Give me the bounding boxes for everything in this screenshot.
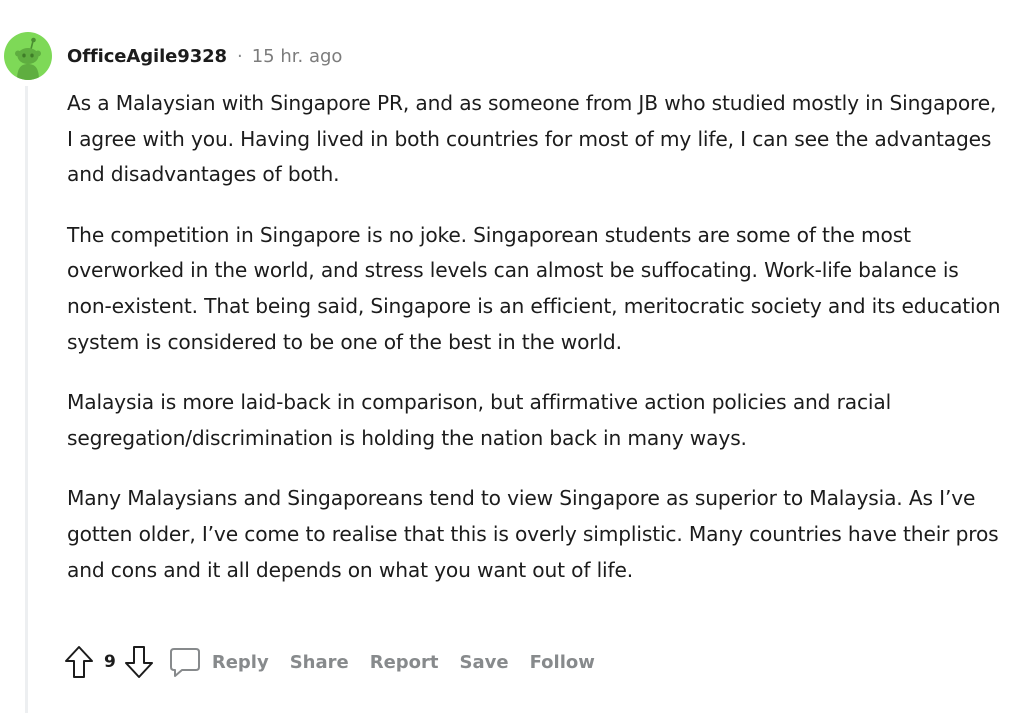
- snoo-avatar-icon: [15, 37, 41, 80]
- save-button[interactable]: Save: [460, 652, 509, 673]
- comment-paragraph: Malaysia is more laid-back in comparison…: [67, 390, 892, 450]
- comment-action-bar: 9 Reply Share Report Save Follow: [62, 642, 616, 682]
- comment-body: As a Malaysian with Singapore PR, and as…: [67, 86, 1002, 613]
- comment-timestamp[interactable]: 15 hr. ago: [252, 46, 343, 67]
- share-button[interactable]: Share: [290, 652, 349, 673]
- reply-button[interactable]: Reply: [168, 646, 269, 678]
- report-button[interactable]: Report: [370, 652, 439, 673]
- downvote-button[interactable]: [122, 642, 156, 682]
- comment-thread-line[interactable]: [25, 86, 28, 713]
- upvote-button[interactable]: [62, 642, 96, 682]
- header-separator: ·: [236, 45, 243, 67]
- user-avatar[interactable]: [4, 32, 52, 80]
- downvote-arrow-icon: [124, 646, 153, 678]
- comment-paragraph: The competition in Singapore is no joke.…: [67, 222, 1001, 354]
- comment-header: OfficeAgile9328 · 15 hr. ago: [67, 42, 342, 70]
- reply-label: Reply: [211, 651, 269, 673]
- comment-paragraph: As a Malaysian with Singapore PR, and as…: [67, 91, 997, 187]
- follow-button[interactable]: Follow: [530, 652, 595, 673]
- upvote-arrow-icon: [65, 646, 93, 678]
- comment-author[interactable]: OfficeAgile9328: [67, 46, 227, 67]
- vote-count: 9: [104, 652, 116, 672]
- comment-paragraph: Many Malaysians and Singaporeans tend to…: [67, 486, 999, 582]
- speech-bubble-icon: [168, 646, 202, 678]
